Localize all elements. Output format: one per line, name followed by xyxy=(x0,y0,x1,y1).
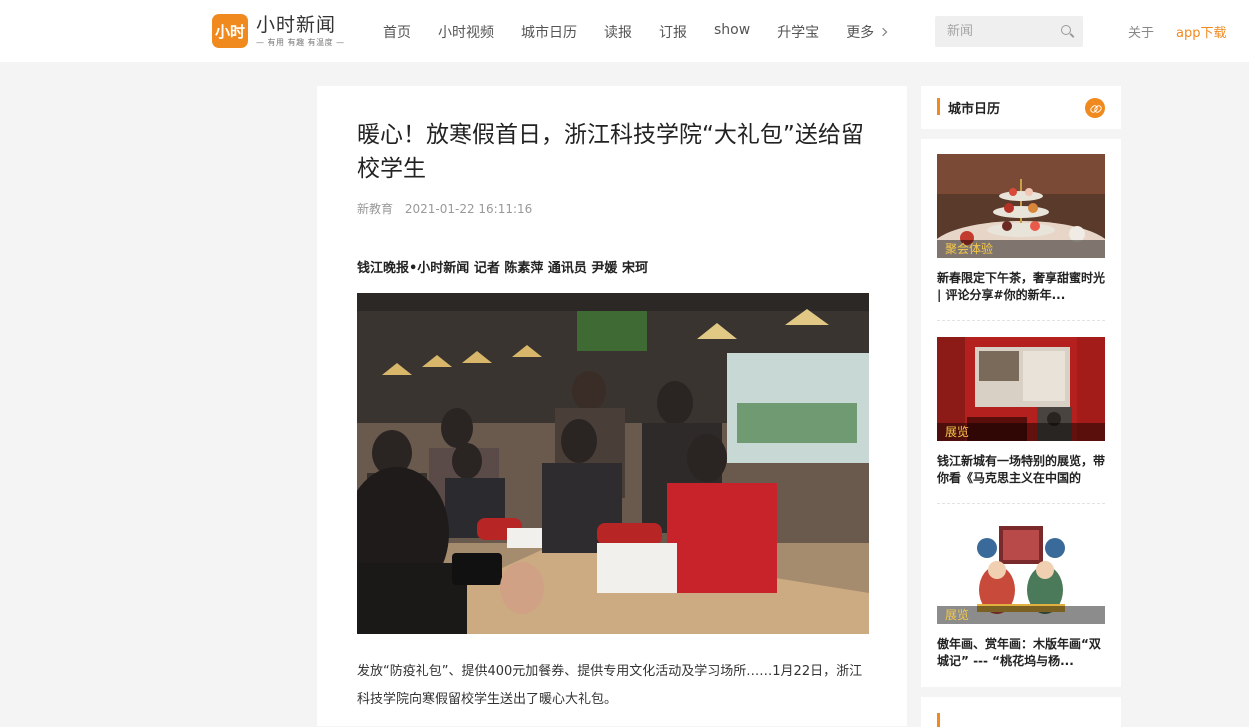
section-accent-bar xyxy=(937,713,940,727)
nav-item-read-paper[interactable]: 读报 xyxy=(604,22,632,42)
sidebar-header: 城市日历 xyxy=(921,86,1121,129)
card-title[interactable]: 钱江新城有一场特别的展览，带你看《马克思主义在中国的传... xyxy=(937,453,1105,487)
card-tag: 展览 xyxy=(937,606,1105,624)
article-byline: 钱江晚报•小时新闻 记者 陈素萍 通讯员 尹媛 宋珂 xyxy=(357,261,648,276)
section-accent-bar xyxy=(937,98,940,115)
card-image[interactable]: 聚会体验 xyxy=(937,154,1105,258)
nav-item-show[interactable]: show xyxy=(714,22,750,42)
nav-item-home[interactable]: 首页 xyxy=(383,22,411,42)
article-paragraph: 发放“防疫礼包”、提供400元加餐券、提供专用文化活动及学习场所……1月22日，… xyxy=(357,664,863,707)
sidebar-card[interactable]: 展览 傲年画、赏年画：木版年画“双城记” --- “桃花坞与杨... xyxy=(937,520,1105,670)
article-source[interactable]: 新教育 xyxy=(357,202,393,216)
logo-slogan: — 有用 有趣 有温度 — xyxy=(256,38,345,47)
search-icon[interactable] xyxy=(1061,25,1071,35)
nav-item-subscribe[interactable]: 订报 xyxy=(659,22,687,42)
chevron-right-icon xyxy=(878,27,888,37)
sidebar-card[interactable]: 聚会体验 新春限定下午茶，奢享甜蜜时光 | 评论分享#你的新年... xyxy=(937,154,1105,304)
nav-item-more[interactable]: 更多 xyxy=(846,22,888,42)
sidebar-title: 城市日历 xyxy=(948,102,1001,117)
main-nav: 首页 小时视频 城市日历 读报 订报 show 升学宝 更多 xyxy=(383,22,913,42)
nav-item-admission[interactable]: 升学宝 xyxy=(777,22,819,42)
sidebar-card[interactable]: 展览 钱江新城有一场特别的展览，带你看《马克思主义在中国的传... xyxy=(937,337,1105,487)
sidebar-next-section xyxy=(921,697,1121,727)
card-title[interactable]: 新春限定下午茶，奢享甜蜜时光 | 评论分享#你的新年... xyxy=(937,270,1105,304)
card-divider xyxy=(937,503,1105,504)
article-datetime: 2021-01-22 16:11:16 xyxy=(404,202,533,216)
link-icon[interactable] xyxy=(1085,98,1105,118)
card-title[interactable]: 傲年画、赏年画：木版年画“双城记” --- “桃花坞与杨... xyxy=(937,636,1105,670)
about-link[interactable]: 关于 xyxy=(1128,22,1154,41)
card-image[interactable]: 展览 xyxy=(937,520,1105,624)
students-cafe-photo xyxy=(357,293,869,634)
nav-item-city-calendar[interactable]: 城市日历 xyxy=(521,22,577,42)
logo-name: 小时新闻 xyxy=(256,14,337,36)
nav-item-video[interactable]: 小时视频 xyxy=(438,22,494,42)
article-photo xyxy=(357,293,869,634)
logo-badge: 小时 xyxy=(212,14,248,48)
card-tag: 聚会体验 xyxy=(937,240,1105,258)
card-divider xyxy=(937,320,1105,321)
article-meta: 新教育 2021-01-22 16:11:16 xyxy=(357,200,540,217)
article-panel: 暖心！放寒假首日，浙江科技学院“大礼包”送给留校学生 新教育 2021-01-2… xyxy=(317,86,907,726)
top-header: 小时 小时新闻 — 有用 有趣 有温度 — 首页 小时视频 城市日历 读报 订报… xyxy=(0,0,1249,62)
app-download-link[interactable]: app下载 xyxy=(1176,22,1226,41)
nav-more-label: 更多 xyxy=(846,25,875,41)
article-title: 暖心！放寒假首日，浙江科技学院“大礼包”送给留校学生 xyxy=(357,122,864,182)
card-tag: 展览 xyxy=(937,423,1105,441)
card-image[interactable]: 展览 xyxy=(937,337,1105,441)
logo-text: 小时新闻 — 有用 有趣 有温度 — xyxy=(256,14,345,48)
site-logo[interactable]: 小时 小时新闻 — 有用 有趣 有温度 — xyxy=(212,14,345,48)
sidebar-list: 聚会体验 新春限定下午茶，奢享甜蜜时光 | 评论分享#你的新年... 展览 钱江… xyxy=(921,139,1121,687)
search-input[interactable] xyxy=(947,22,1057,41)
search-box xyxy=(935,16,1083,47)
